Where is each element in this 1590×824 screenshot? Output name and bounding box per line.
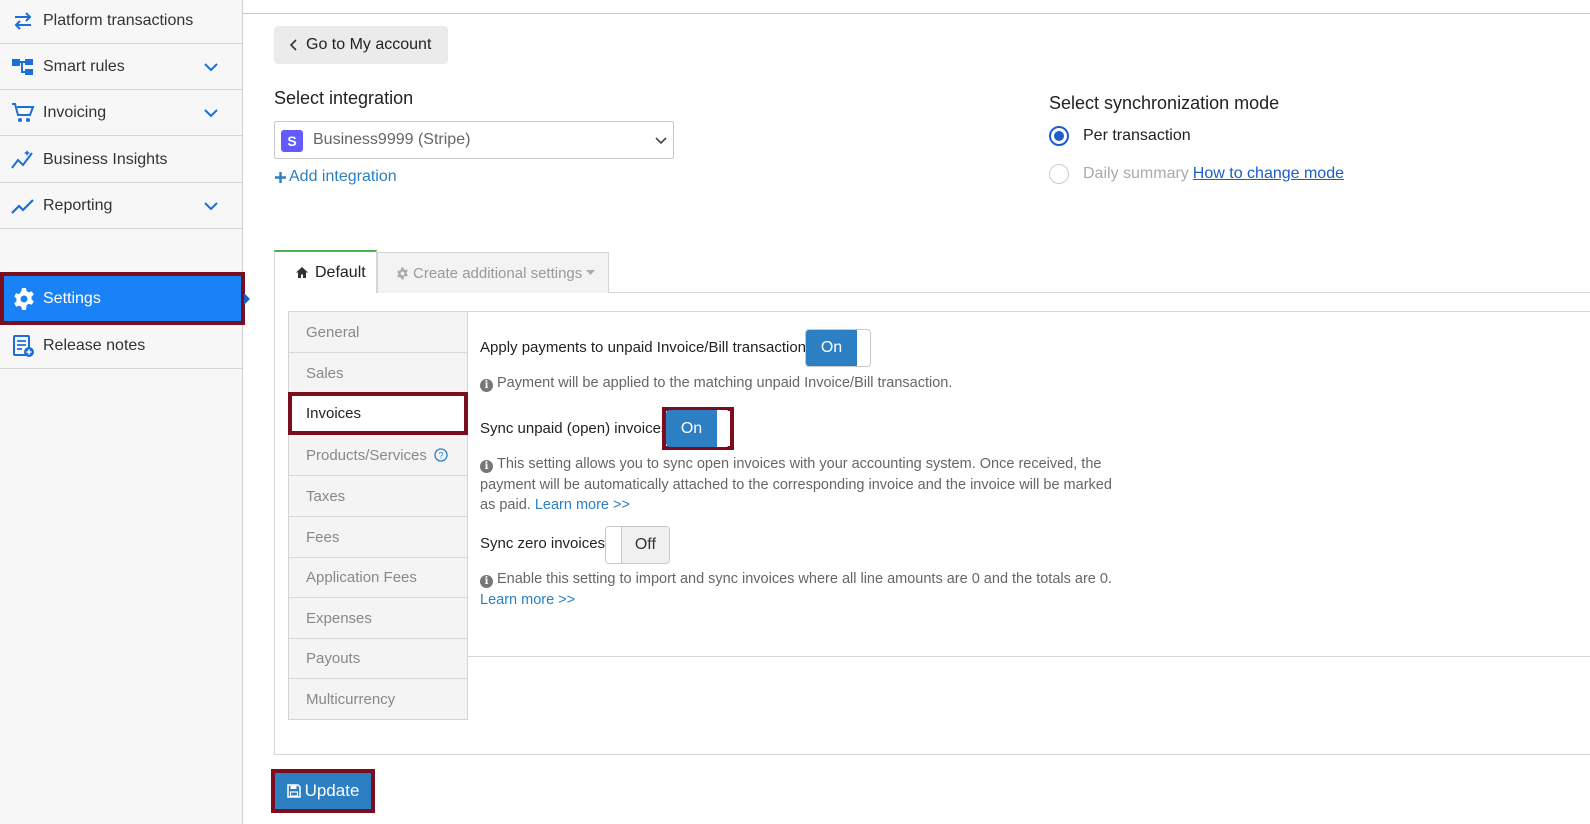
trend-line-icon — [11, 198, 34, 214]
sync-unpaid-label: Sync unpaid (open) invoices — [480, 420, 669, 437]
sidebar-item-label: Release notes — [43, 336, 146, 354]
apply-payments-label: Apply payments to unpaid Invoice/Bill tr… — [480, 339, 814, 356]
sidebar-item-business-insights[interactable]: Business Insights — [0, 137, 242, 183]
help-text: Payment will be applied to the matching … — [497, 375, 953, 391]
help-circle-icon[interactable]: ? — [434, 448, 448, 462]
integration-select[interactable]: S Business9999 (Stripe) — [274, 121, 674, 159]
insights-chart-icon — [11, 149, 33, 169]
sidebar-item-label: Business Insights — [43, 150, 168, 168]
sidebar-item-invoicing[interactable]: Invoicing — [0, 90, 242, 136]
subnav-item-label: Products/Services — [306, 446, 427, 464]
toggle-on-state: On — [806, 330, 857, 366]
sidebar-item-label: Smart rules — [43, 57, 125, 75]
add-integration-link[interactable]: Add integration — [274, 168, 397, 186]
sidebar-item-settings[interactable]: Settings — [0, 272, 245, 325]
learn-more-link[interactable]: Learn more >> — [480, 592, 575, 608]
subnav-item-payouts[interactable]: Payouts — [289, 638, 467, 679]
sidebar: Platform transactions Smart rules Invoic… — [0, 0, 245, 824]
subnav-item-expenses[interactable]: Expenses — [289, 598, 467, 639]
radio-unselected[interactable] — [1049, 164, 1069, 184]
apply-payments-help: i Payment will be applied to the matching… — [480, 373, 1120, 394]
tab-additional-label: Create additional settings — [413, 264, 583, 282]
subnav-item-products-services[interactable]: Products/Services ? — [289, 435, 467, 476]
subnav-item-general[interactable]: General — [289, 312, 467, 353]
how-to-change-mode-link[interactable]: How to change mode — [1193, 165, 1344, 183]
tab-default[interactable]: Default — [274, 250, 377, 293]
settings-subnav: General Sales Invoices Products/Services… — [288, 311, 468, 720]
sync-zero-help: i Enable this setting to import and sync … — [480, 569, 1120, 610]
sidebar-item-label: Settings — [43, 289, 101, 307]
divider — [243, 13, 1590, 14]
sync-option-label: Per transaction — [1083, 127, 1191, 144]
add-integration-label: Add integration — [289, 168, 397, 185]
transfer-arrows-icon — [14, 11, 32, 30]
chevron-left-icon — [290, 39, 297, 51]
chevron-down-icon — [655, 137, 667, 145]
chevron-down-icon[interactable] — [203, 59, 219, 75]
cart-icon — [12, 102, 35, 122]
sync-option-per-transaction[interactable]: Per transaction — [1049, 126, 1191, 146]
active-indicator — [244, 293, 250, 305]
apply-payments-toggle[interactable]: On — [805, 329, 871, 367]
sidebar-item-reporting[interactable]: Reporting — [0, 183, 242, 229]
plus-icon — [275, 171, 286, 183]
toggle-off-state: Off — [620, 527, 669, 563]
subnav-item-application-fees[interactable]: Application Fees — [289, 557, 467, 598]
radio-selected[interactable] — [1049, 126, 1069, 146]
stripe-logo-icon: S — [281, 130, 303, 152]
toggle-on-state: On — [666, 410, 717, 447]
sync-unpaid-toggle[interactable]: On — [666, 410, 730, 447]
sync-option-label: Daily summary — [1083, 165, 1189, 182]
caret-down-icon — [586, 270, 596, 275]
update-button[interactable]: Update — [271, 769, 375, 813]
sidebar-item-label: Platform transactions — [43, 11, 194, 29]
sidebar-item-label: Invoicing — [43, 103, 107, 121]
sync-zero-toggle[interactable]: Off — [605, 526, 670, 564]
update-label: Update — [304, 781, 360, 800]
sync-unpaid-help: i This setting allows you to sync open in… — [480, 454, 1120, 516]
subnav-item-fees[interactable]: Fees — [289, 517, 467, 558]
save-icon — [286, 784, 301, 798]
integration-selected-value: Business9999 (Stripe) — [313, 131, 471, 148]
sync-mode-heading: Select synchronization mode — [1049, 93, 1280, 113]
toggle-knob — [606, 527, 621, 563]
hierarchy-icon — [12, 58, 33, 75]
subnav-item-taxes[interactable]: Taxes — [289, 476, 467, 517]
sync-zero-label: Sync zero invoices — [480, 535, 606, 552]
subnav-item-sales[interactable]: Sales — [289, 353, 467, 394]
select-integration-heading: Select integration — [274, 88, 414, 108]
info-icon: i — [480, 460, 493, 473]
sync-option-daily-summary[interactable]: Daily summary How to change mode — [1049, 164, 1344, 184]
gear-icon — [14, 287, 34, 310]
release-notes-icon — [13, 334, 34, 357]
tab-default-label: Default — [315, 263, 366, 281]
sidebar-item-label: Reporting — [43, 196, 113, 214]
toggle-knob — [717, 410, 728, 447]
back-label: Go to My account — [306, 36, 432, 53]
info-icon: i — [480, 379, 493, 392]
svg-text:?: ? — [438, 451, 443, 461]
tab-create-additional-settings[interactable]: Create additional settings — [377, 252, 609, 293]
sidebar-item-release-notes[interactable]: Release notes — [0, 323, 242, 369]
subnav-item-invoices[interactable]: Invoices — [288, 392, 468, 435]
home-icon — [296, 267, 308, 278]
subnav-item-multicurrency[interactable]: Multicurrency — [289, 679, 467, 720]
chevron-down-icon[interactable] — [203, 198, 219, 214]
sidebar-item-platform-transactions[interactable]: Platform transactions — [0, 0, 242, 44]
help-text: Enable this setting to import and sync i… — [497, 571, 1112, 587]
sidebar-item-smart-rules[interactable]: Smart rules — [0, 44, 242, 90]
toggle-knob — [857, 330, 870, 366]
info-icon: i — [480, 575, 493, 588]
learn-more-link[interactable]: Learn more >> — [535, 497, 630, 513]
chevron-down-icon[interactable] — [203, 105, 219, 121]
gear-icon — [397, 267, 408, 279]
go-to-my-account-button[interactable]: Go to My account — [274, 26, 448, 64]
